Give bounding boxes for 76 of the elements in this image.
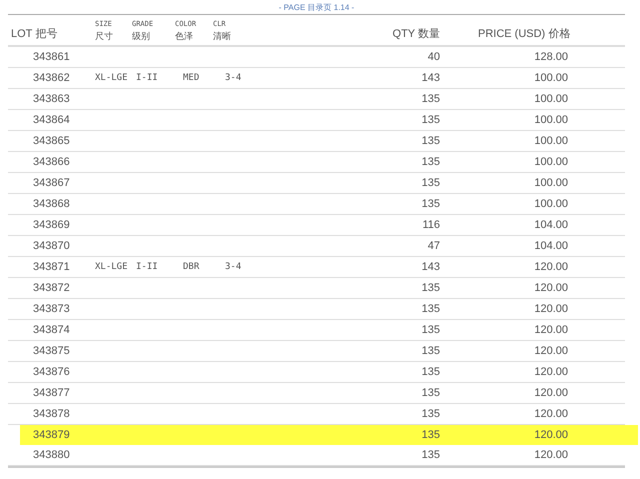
table-cell-text: 100.00 — [533, 198, 568, 210]
table-cell-text: 343876 — [32, 366, 71, 378]
table-cell-text: 343877 — [32, 387, 71, 399]
table-cell-text: 343862 — [32, 72, 71, 84]
table-cell-text: 104.00 — [533, 240, 568, 252]
table-cell-text: 343861 — [32, 51, 71, 63]
table-cell-text: 343867 — [32, 177, 71, 189]
table-cell-text: 143 — [420, 72, 440, 84]
table-cell-text: 120.00 — [533, 387, 568, 399]
column-header: 尺寸 — [95, 30, 113, 43]
table-cell-text: 135 — [420, 114, 440, 126]
table-cell-text: 135 — [420, 449, 440, 461]
table-cell-text: 143 — [420, 261, 440, 273]
table-cell-text: 135 — [420, 429, 440, 441]
table-cell-text: 135 — [420, 156, 440, 168]
table-cell: MED — [183, 73, 200, 83]
table-cell-text: 343866 — [32, 156, 71, 168]
table-cell-text: 100.00 — [533, 135, 568, 147]
table-cell: XL-LGE — [95, 262, 128, 272]
table-cell-text: 343879 — [32, 429, 71, 441]
table-cell-text: 135 — [420, 135, 440, 147]
table-cell-text: 343869 — [32, 219, 71, 231]
table-cell: 3-4 — [225, 262, 242, 272]
column-header: 清晰 — [213, 30, 231, 43]
table-cell-text: 100.00 — [533, 72, 568, 84]
table-cell-text: 343875 — [32, 345, 71, 357]
table-cell: I-II — [136, 262, 158, 272]
table-cell-text: 135 — [420, 282, 440, 294]
table-cell-text: 104.00 — [533, 219, 568, 231]
table-cell-text: 135 — [420, 177, 440, 189]
table-cell-text: 100.00 — [533, 114, 568, 126]
table-cell-text: 120.00 — [533, 303, 568, 315]
table-cell-text: 135 — [420, 324, 440, 336]
table-cell-text: 120.00 — [533, 366, 568, 378]
table-cell-text: 135 — [420, 366, 440, 378]
table-cell-text: 135 — [420, 345, 440, 357]
column-header: 级别 — [132, 30, 150, 43]
table-cell-text: 135 — [420, 303, 440, 315]
table-cell-text: 47 — [426, 240, 440, 252]
table-cell-text: 135 — [420, 198, 440, 210]
table-cell-text: 128.00 — [533, 51, 568, 63]
table-cell-text: 343873 — [32, 303, 71, 315]
table-cell-text: 343872 — [32, 282, 71, 294]
table-cell-text: 100.00 — [533, 177, 568, 189]
table-cell-text: 343863 — [32, 93, 71, 105]
table-cell-text: 120.00 — [533, 261, 568, 273]
column-header: QTY 数量 — [392, 27, 440, 42]
table-cell-text: 343865 — [32, 135, 71, 147]
page-label: - PAGE 目录页 1.14 - — [278, 3, 354, 12]
table-cell: I-II — [136, 73, 158, 83]
table-cell-text: 120.00 — [533, 282, 568, 294]
table-cell-text: 343874 — [32, 324, 71, 336]
table-cell-text: 120.00 — [533, 324, 568, 336]
table-cell-text: 343878 — [32, 408, 71, 420]
table-cell-text: 100.00 — [533, 156, 568, 168]
table-cell-text: 120.00 — [533, 408, 568, 420]
table-cell-text: 116 — [421, 219, 440, 231]
table-cell-text: 343871 — [32, 261, 71, 273]
table-cell: 3-4 — [225, 73, 242, 83]
table-cell-text: 135 — [420, 93, 440, 105]
table-cell-text: 120.00 — [533, 345, 568, 357]
table-cell-text: 343868 — [32, 198, 71, 210]
table-cell-text: 135 — [420, 387, 440, 399]
table-cell-text: 343870 — [32, 240, 71, 252]
table-cell-text: 40 — [426, 51, 440, 63]
table-cell-text: 120.00 — [533, 449, 568, 461]
table-cell-text: 343864 — [32, 114, 71, 126]
table-cell: XL-LGE — [95, 73, 128, 83]
table-cell-text: 100.00 — [533, 93, 568, 105]
table-cell: DBR — [183, 262, 200, 272]
table-cell-text: 343880 — [32, 449, 71, 461]
column-header: 色泽 — [175, 30, 193, 43]
column-header: LOT 把号 — [10, 27, 58, 42]
table-cell-text: 120.00 — [533, 429, 568, 441]
column-header: PRICE (USD) 价格 — [477, 27, 570, 42]
table-cell-text: 135 — [420, 408, 440, 420]
